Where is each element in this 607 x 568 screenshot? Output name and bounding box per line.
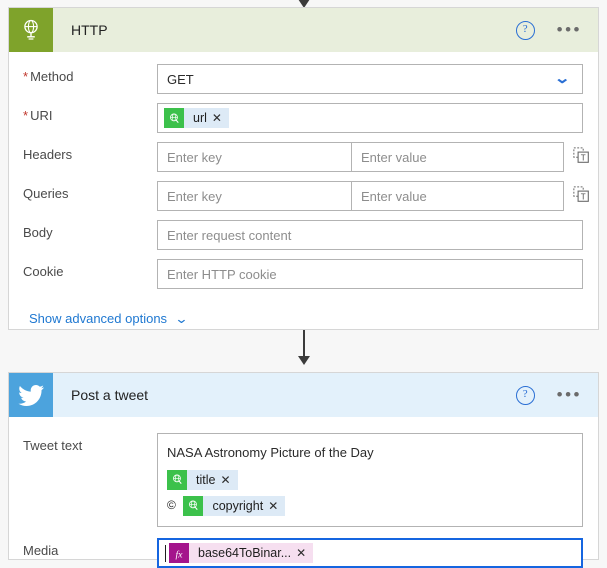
tweet-card-body: Tweet text NASA Astronomy Picture of the… [9,433,598,568]
post-a-tweet-action-card[interactable]: Post a tweet ? ••• Tweet text NASA Astro… [8,372,599,568]
show-advanced-options-link[interactable]: Show advanced options ⌄ [9,289,598,326]
headers-label: Headers [23,147,73,162]
uri-input[interactable]: url ✕ [157,103,583,133]
tweet-text-label: Tweet text [23,438,83,453]
text-mode-icon[interactable]: T [564,181,598,203]
body-input[interactable]: Enter request content [157,220,583,250]
copyright-symbol: © [167,498,176,512]
more-options-icon[interactable]: ••• [557,21,582,38]
text-mode-icon[interactable]: T [564,142,598,164]
queries-value-placeholder: Enter value [361,188,427,204]
media-label: Media [23,543,59,558]
svg-text:T: T [580,192,585,201]
required-asterisk: * [23,69,29,84]
body-placeholder: Enter request content [167,227,292,243]
row-headers: Headers Enter key Enter value T [9,142,598,172]
close-icon[interactable]: ✕ [268,493,285,519]
row-tweet-text: Tweet text NASA Astronomy Picture of the… [9,433,598,527]
tweet-card-header[interactable]: Post a tweet ? ••• [9,373,598,417]
token-label: copyright [212,498,264,513]
uri-label: * URI [23,108,53,123]
headers-kv-pair: Enter key Enter value [157,142,564,172]
headers-key-placeholder: Enter key [167,149,222,165]
tweet-text-line3: © copyright ✕ [167,492,573,518]
page-title: Post a tweet [71,387,149,403]
twitter-bird-icon [9,373,53,417]
tweet-text-input[interactable]: NASA Astronomy Picture of the Day title … [157,433,583,527]
globe-token-icon [164,108,184,128]
page-title: HTTP [71,22,108,38]
row-body: Body Enter request content [9,220,598,250]
http-card-body: * Method GET ⌄ * URI url ✕ Headers Enter… [9,64,598,326]
text-caret [165,544,166,562]
close-icon[interactable]: ✕ [212,111,229,125]
media-input[interactable]: fx base64ToBinar... ✕ [157,538,583,568]
queries-key-input[interactable]: Enter key [157,181,351,211]
token-url[interactable]: url ✕ [164,108,229,128]
help-icon[interactable]: ? [515,20,535,40]
cookie-label: Cookie [23,264,64,279]
tweet-text-line1: NASA Astronomy Picture of the Day [167,445,374,460]
row-queries: Queries Enter key Enter value T [9,181,598,211]
cookie-input[interactable]: Enter HTTP cookie [157,259,583,289]
connector-arrow-middle [0,330,607,372]
globe-token-icon [167,469,187,490]
queries-key-placeholder: Enter key [167,188,222,204]
method-label: * Method [23,69,74,84]
required-asterisk: * [23,108,29,123]
row-cookie: Cookie Enter HTTP cookie [9,259,598,289]
queries-kv-pair: Enter key Enter value [157,181,564,211]
cookie-placeholder: Enter HTTP cookie [167,266,277,282]
globe-icon [9,8,53,52]
row-media: Media fx base64ToBinar... ✕ [9,538,598,568]
connector-line [302,330,305,357]
more-options-icon[interactable]: ••• [557,386,582,403]
token-label: url [193,111,207,125]
http-action-card[interactable]: HTTP ? ••• * Method GET ⌄ * URI url ✕ He… [8,7,599,330]
close-icon[interactable]: ✕ [296,546,313,560]
queries-label: Queries [23,186,69,201]
arrow-head-icon [297,356,310,365]
token-label: base64ToBinar... [198,546,292,560]
row-uri: * URI url ✕ [9,103,598,133]
token-copyright[interactable]: copyright ✕ [183,493,286,519]
token-label: title [196,472,216,487]
svg-text:T: T [580,153,585,162]
body-label: Body [23,225,53,240]
close-icon[interactable]: ✕ [220,467,237,493]
headers-value-placeholder: Enter value [361,149,427,165]
http-card-header[interactable]: HTTP ? ••• [9,8,598,52]
token-base64tobinary[interactable]: fx base64ToBinar... ✕ [169,543,314,563]
chevron-down-icon: ⌄ [554,70,572,87]
show-advanced-options-label: Show advanced options [29,311,168,326]
chevron-down-icon: ⌄ [174,311,189,326]
method-select[interactable]: GET ⌄ [157,64,583,94]
tweet-text-line2: title ✕ [167,466,573,492]
queries-value-input[interactable]: Enter value [351,181,564,211]
fx-icon: fx [169,543,189,563]
token-title[interactable]: title ✕ [167,467,238,493]
globe-token-icon [183,495,204,516]
row-method: * Method GET ⌄ [9,64,598,94]
svg-text:fx: fx [175,549,183,560]
headers-value-input[interactable]: Enter value [351,142,564,172]
help-icon[interactable]: ? [515,385,535,405]
headers-key-input[interactable]: Enter key [157,142,351,172]
method-value: GET [167,71,194,87]
